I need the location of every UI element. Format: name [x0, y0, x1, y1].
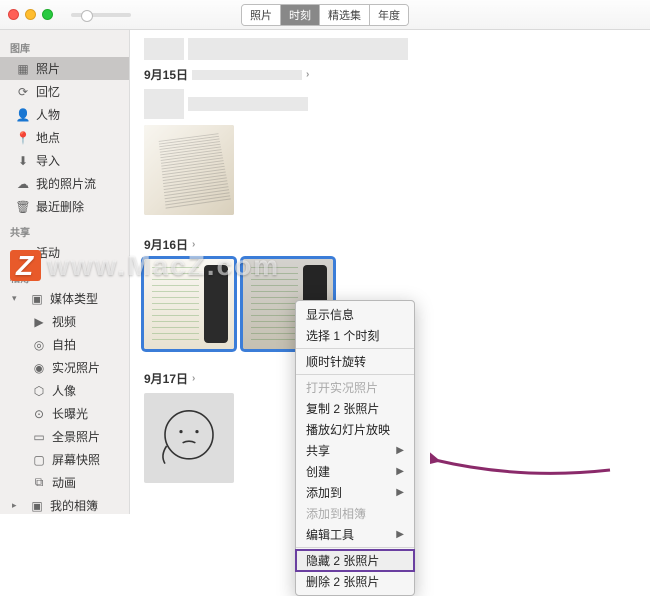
sidebar-item-longexp[interactable]: ⊙长曝光 [0, 402, 129, 425]
sidebar-item-memories[interactable]: ⟳回忆 [0, 80, 129, 103]
sidebar-item-screenshots[interactable]: ▢屏幕快照 [0, 448, 129, 471]
sidebar-item-people[interactable]: 👤人物 [0, 103, 129, 126]
import-icon: ⬇ [16, 154, 30, 168]
submenu-icon: ▶ [396, 487, 404, 498]
sidebar-item-mediatypes[interactable]: ▾▣媒体类型 [0, 287, 129, 310]
menu-rotate-cw[interactable]: 顺时针旋转 [296, 351, 414, 372]
chevron-right-icon: › [192, 373, 195, 384]
disclosure-icon[interactable]: ▾ [16, 293, 24, 304]
sidebar-item-myalbums[interactable]: ▸▣我的相簿 [0, 494, 129, 514]
section-library: 图库 [0, 34, 129, 57]
sidebar-item-photostream[interactable]: ☁我的照片流 [0, 172, 129, 195]
sidebar-item-places[interactable]: 📍地点 [0, 126, 129, 149]
thumbnail-size-slider[interactable] [71, 13, 131, 17]
photo-thumbnail[interactable] [144, 125, 234, 215]
cloud-icon: ☁ [16, 246, 30, 260]
sidebar-item-import[interactable]: ⬇导入 [0, 149, 129, 172]
menu-get-info[interactable]: 显示信息 [296, 304, 414, 325]
portrait-icon: ⬡ [32, 384, 46, 398]
date-header[interactable]: 9月16日 › [144, 236, 636, 253]
sidebar-item-anim[interactable]: ⧉动画 [0, 471, 129, 494]
date-header[interactable]: 9月15日 › [144, 66, 636, 83]
video-icon: ▶ [32, 315, 46, 329]
menu-delete-photos[interactable]: 删除 2 张照片 [296, 571, 414, 592]
redacted-header [144, 38, 636, 60]
menu-edit-tools[interactable]: 编辑工具▶ [296, 524, 414, 545]
chevron-right-icon: › [192, 239, 195, 250]
menu-duplicate[interactable]: 复制 2 张照片 [296, 398, 414, 419]
trash-icon: 🗑 [16, 200, 30, 214]
sidebar-item-activity[interactable]: ☁活动 [0, 241, 129, 264]
longexposure-icon: ⊙ [32, 407, 46, 421]
anim-icon: ⧉ [32, 476, 46, 490]
person-icon: 👤 [16, 108, 30, 122]
folder-icon: ▣ [30, 499, 44, 513]
chevron-right-icon: › [306, 69, 309, 80]
submenu-icon: ▶ [396, 445, 404, 456]
folder-icon: ▣ [30, 292, 44, 306]
sidebar-item-selfies[interactable]: ◎自拍 [0, 333, 129, 356]
menu-slideshow[interactable]: 播放幻灯片放映 [296, 419, 414, 440]
sidebar-item-videos[interactable]: ▶视频 [0, 310, 129, 333]
sidebar-item-pano[interactable]: ▭全景照片 [0, 425, 129, 448]
menu-share[interactable]: 共享▶ [296, 440, 414, 461]
menu-open-live: 打开实况照片 [296, 377, 414, 398]
tab-collections[interactable]: 精选集 [320, 5, 370, 25]
sidebar-item-portrait[interactable]: ⬡人像 [0, 379, 129, 402]
zoom-window-button[interactable] [42, 9, 53, 20]
context-menu: 显示信息 选择 1 个时刻 顺时针旋转 打开实况照片 复制 2 张照片 播放幻灯… [295, 300, 415, 596]
photo-thumbnail-selected[interactable] [144, 259, 234, 349]
panorama-icon: ▭ [32, 430, 46, 444]
section-albums: 相簿 [0, 264, 129, 287]
minimize-window-button[interactable] [25, 9, 36, 20]
redacted-row [144, 89, 636, 119]
sidebar-item-photos[interactable]: ▦照片 [0, 57, 129, 80]
memories-icon: ⟳ [16, 85, 30, 99]
selfie-icon: ◎ [32, 338, 46, 352]
menu-hide-photos[interactable]: 隐藏 2 张照片 [296, 550, 414, 571]
photo-thumbnail[interactable] [144, 393, 234, 483]
titlebar: 照片 时刻 精选集 年度 [0, 0, 650, 30]
tab-photos[interactable]: 照片 [242, 5, 281, 25]
sidebar: 图库 ▦照片 ⟳回忆 👤人物 📍地点 ⬇导入 ☁我的照片流 🗑最近删除 共享 ☁… [0, 30, 130, 514]
menu-add-to[interactable]: 添加到▶ [296, 482, 414, 503]
submenu-icon: ▶ [396, 529, 404, 540]
disclosure-icon[interactable]: ▸ [16, 500, 24, 511]
submenu-icon: ▶ [396, 466, 404, 477]
view-tabs: 照片 时刻 精选集 年度 [241, 4, 409, 26]
pin-icon: 📍 [16, 131, 30, 145]
live-icon: ◉ [32, 361, 46, 375]
menu-select-moment[interactable]: 选择 1 个时刻 [296, 325, 414, 346]
photos-icon: ▦ [16, 62, 30, 76]
tab-moments[interactable]: 时刻 [281, 5, 320, 25]
tab-years[interactable]: 年度 [370, 5, 408, 25]
close-window-button[interactable] [8, 9, 19, 20]
sidebar-item-trash[interactable]: 🗑最近删除 [0, 195, 129, 218]
cloud-icon: ☁ [16, 177, 30, 191]
screenshot-icon: ▢ [32, 453, 46, 467]
window-controls [8, 9, 53, 20]
section-shared: 共享 [0, 218, 129, 241]
sidebar-item-live[interactable]: ◉实况照片 [0, 356, 129, 379]
menu-create[interactable]: 创建▶ [296, 461, 414, 482]
